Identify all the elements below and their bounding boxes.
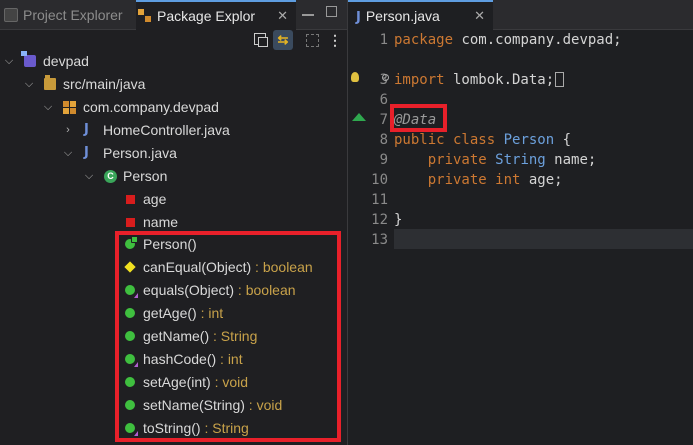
view-menu-icon[interactable]: ⋮: [325, 30, 345, 50]
line-number: 11: [371, 192, 388, 208]
explorer-toolbar: ⇆ ⋮: [0, 30, 347, 50]
tab-package-explorer-label: Package Explor: [157, 8, 256, 24]
code-line-10: private int age;: [427, 172, 563, 188]
package-icon: [63, 101, 76, 114]
editor-tab-bar: [493, 0, 693, 30]
line-number: 9: [379, 152, 388, 168]
source-folder-icon: [44, 75, 56, 90]
project-icon: [21, 51, 36, 67]
project-explorer-icon: [4, 8, 18, 22]
line-number: 6: [379, 92, 388, 108]
fold-expand-icon[interactable]: [382, 74, 389, 81]
code-line-8: public class Person {: [394, 132, 572, 148]
field-label: age: [143, 191, 167, 207]
class-label: Person: [123, 168, 168, 184]
project-label: devpad: [43, 53, 89, 69]
package-explorer-panel: Project Explorer Package Explor ✕ ⇆ ⋮ ⌵ …: [0, 0, 347, 445]
minimize-icon[interactable]: [302, 6, 314, 16]
chevron-down-icon[interactable]: ⌵: [83, 165, 95, 187]
close-icon[interactable]: ✕: [277, 2, 288, 30]
lightbulb-icon[interactable]: [351, 72, 359, 82]
chevron-down-icon[interactable]: ⌵: [23, 73, 35, 95]
java-file-icon: J: [84, 145, 89, 160]
line-number-gutter: 1 3 6 7 8 9 10 11 12 13: [348, 30, 392, 445]
annotation-highlight: [390, 104, 447, 132]
generated-methods-highlight: [115, 231, 341, 442]
folded-imports-icon[interactable]: [555, 72, 565, 87]
tab-project-explorer-label: Project Explorer: [23, 7, 123, 23]
left-tab-bar: Project Explorer Package Explor ✕: [0, 0, 347, 30]
maximize-icon[interactable]: [326, 6, 337, 17]
link-with-editor-icon[interactable]: ⇆: [273, 30, 293, 50]
line-number: 13: [371, 232, 388, 248]
field-label: name: [143, 214, 179, 230]
code-line-12: }: [394, 212, 403, 228]
line-number: 10: [371, 172, 388, 188]
private-field-icon: [126, 195, 135, 204]
package-label: com.company.devpad: [83, 99, 219, 115]
code-line-3: import lombok.Data;: [394, 70, 565, 90]
collapse-all-icon[interactable]: [250, 30, 270, 50]
chevron-down-icon[interactable]: ⌵: [42, 96, 54, 118]
file-label: Person.java: [103, 145, 177, 161]
chevron-down-icon[interactable]: ⌵: [62, 142, 74, 164]
current-line-highlight: [394, 229, 693, 249]
line-number: 12: [371, 212, 388, 228]
package-explorer-icon: [138, 9, 152, 23]
tab-person-java[interactable]: J Person.java ✕: [348, 0, 493, 30]
chevron-right-icon[interactable]: ›: [62, 119, 74, 141]
java-file-icon: J: [356, 10, 361, 25]
class-icon: C: [104, 170, 117, 183]
chevron-down-icon[interactable]: ⌵: [3, 50, 15, 72]
source-folder-label: src/main/java: [63, 76, 146, 92]
editor-panel: J Person.java ✕ 1 3 6 7 8 9 10 11 12 13 p…: [347, 0, 693, 445]
code-line-1: package com.company.devpad;: [394, 32, 622, 48]
java-file-icon: J: [84, 122, 89, 137]
line-number: 1: [379, 32, 388, 48]
editor-tab-label: Person.java: [365, 8, 440, 24]
tab-package-explorer[interactable]: Package Explor ✕: [136, 0, 296, 30]
tab-project-explorer[interactable]: Project Explorer: [4, 0, 123, 30]
line-number: 8: [379, 132, 388, 148]
override-marker-icon[interactable]: [352, 113, 366, 121]
private-field-icon: [126, 218, 135, 227]
close-icon[interactable]: ✕: [474, 2, 485, 30]
code-line-9: private String name;: [427, 152, 597, 168]
focus-icon[interactable]: [302, 30, 322, 50]
file-label: HomeController.java: [103, 122, 230, 138]
